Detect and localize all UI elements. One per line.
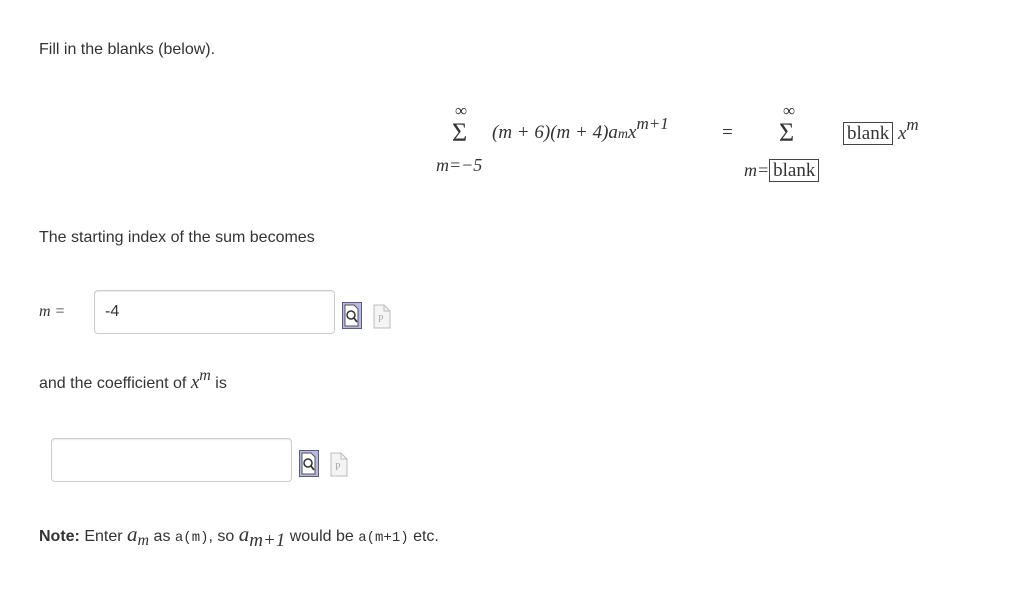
svg-text:P: P xyxy=(378,314,384,325)
note-label: Note: xyxy=(39,528,80,545)
left-sum-upper-limit: ∞ xyxy=(455,101,468,120)
lower-limit-blank: blank xyxy=(769,159,820,182)
note-enter: Enter xyxy=(79,528,128,545)
right-sum-upper-limit: ∞ xyxy=(783,101,796,120)
note-etc: etc. xyxy=(408,528,439,545)
equation-editor-icon[interactable]: P xyxy=(329,451,349,478)
coefficient-prompt-after: is xyxy=(210,375,227,392)
left-term: (m + 6)(m + 4)a xyxy=(492,122,618,143)
note-so: , so xyxy=(208,528,239,545)
preview-icon[interactable] xyxy=(342,302,362,329)
coefficient-blank: blank xyxy=(843,122,894,145)
equation-editor-icon[interactable]: P xyxy=(372,303,392,330)
left-summand: (m + 6)(m + 4)amxm+1 xyxy=(492,114,669,144)
right-lower-prefix: m= xyxy=(744,160,770,180)
right-summand: blank xm xyxy=(843,115,919,145)
left-sigma-symbol: Σ xyxy=(452,118,468,147)
starting-index-input[interactable] xyxy=(94,290,335,334)
note-as: as xyxy=(149,528,175,545)
note-m: m xyxy=(137,532,150,549)
starting-index-prompt: The starting index of the sum becomes xyxy=(39,229,315,246)
m-equals-label: m = xyxy=(39,303,66,320)
note-m1: m+1 xyxy=(249,530,286,551)
left-term-subscript: m xyxy=(617,127,629,142)
right-exponent: m xyxy=(906,115,919,134)
right-sum-lower-limit: m= blank xyxy=(744,159,820,182)
note-a2: a xyxy=(238,522,250,546)
coefficient-x: x xyxy=(190,372,200,393)
preview-icon[interactable] xyxy=(299,450,319,477)
svg-text:P: P xyxy=(335,462,341,473)
note-code-am: a(m) xyxy=(174,530,209,546)
coefficient-prompt: and the coefficient of xm is xyxy=(39,367,227,394)
left-exponent: m+1 xyxy=(636,114,669,133)
note: Note: Enter am as a(m), so am+1 would be… xyxy=(39,522,439,551)
left-sum-lower-limit: m=−5 xyxy=(436,155,483,175)
right-sigma-symbol: Σ xyxy=(779,118,795,147)
coefficient-prompt-before: and the coefficient of xyxy=(39,375,191,392)
note-a: a xyxy=(127,522,138,546)
note-would: would be xyxy=(285,528,359,545)
equals-sign: = xyxy=(722,122,733,143)
coefficient-input[interactable] xyxy=(51,438,292,482)
instruction-text: Fill in the blanks (below). xyxy=(39,41,216,58)
note-code-am1: a(m+1) xyxy=(358,530,409,546)
coefficient-exponent: m xyxy=(199,367,211,384)
